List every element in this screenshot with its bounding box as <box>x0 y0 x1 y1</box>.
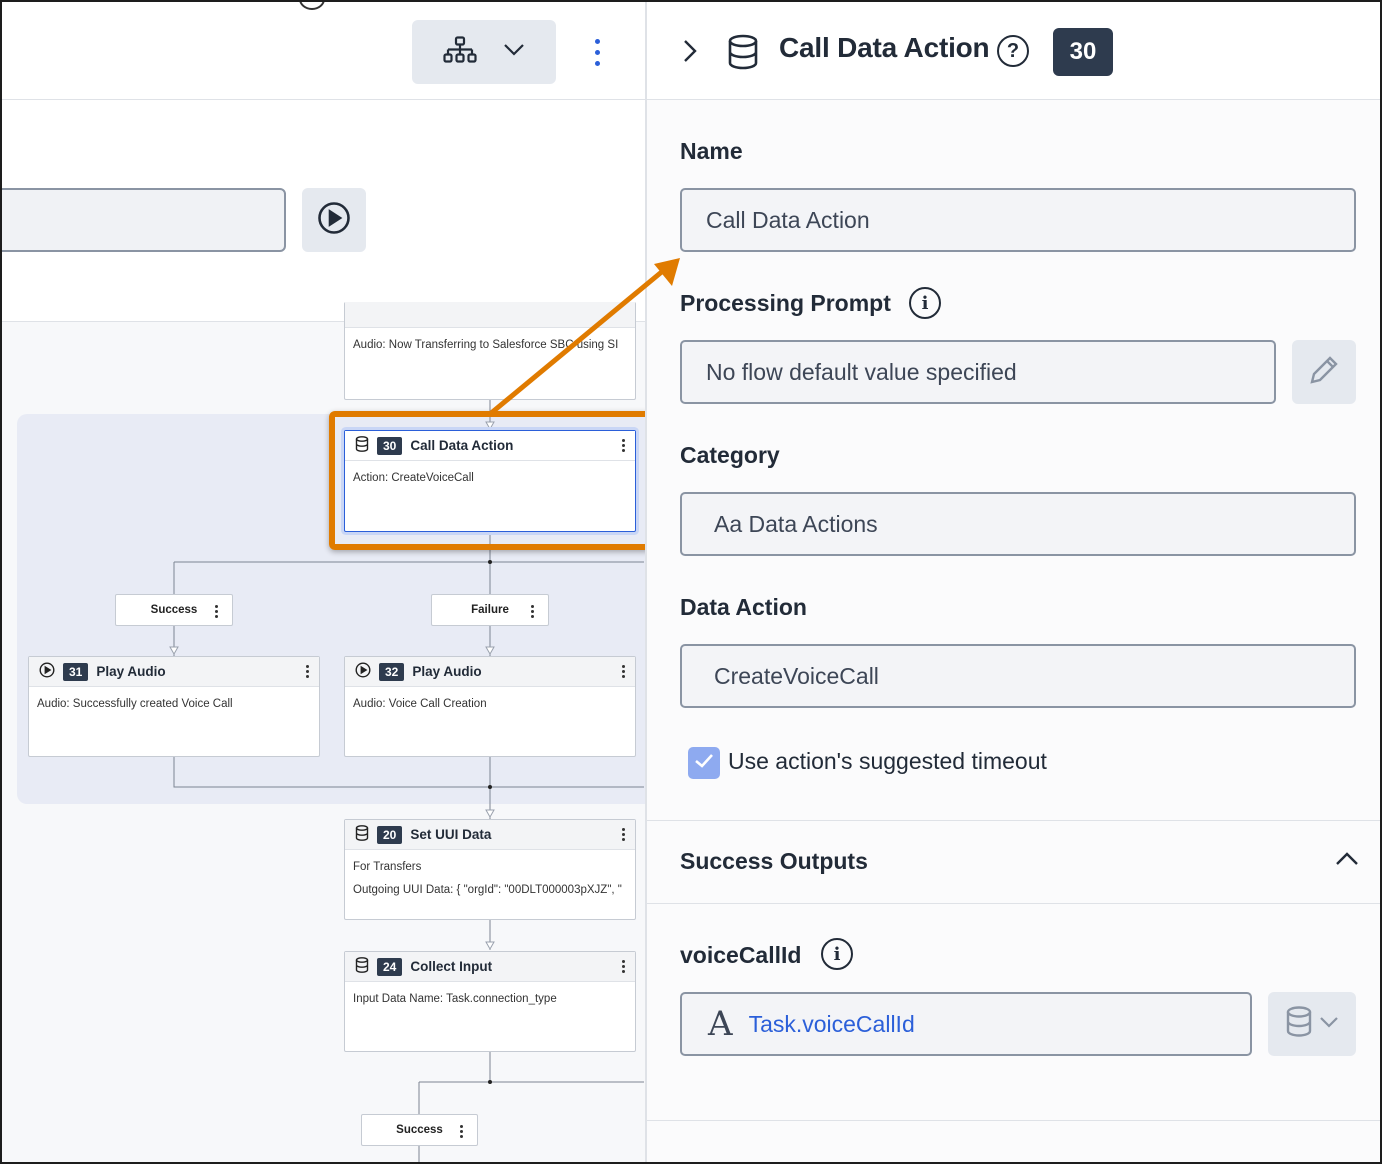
category-value: Aa Data Actions <box>714 510 878 537</box>
node-body: Audio: Successfully created Voice Call <box>37 698 233 710</box>
node-body: Audio: Voice Call Creation <box>353 698 487 710</box>
node-title: Collect Input <box>410 959 493 974</box>
pill-menu-icon[interactable] <box>460 1125 463 1138</box>
database-icon <box>727 34 759 75</box>
string-type-icon: A <box>708 1004 733 1044</box>
pill-menu-icon[interactable] <box>215 605 218 618</box>
timeout-checkbox-label[interactable]: Use action's suggested timeout <box>728 748 1047 775</box>
output-variable-field[interactable]: A Task.voiceCallId <box>680 992 1252 1056</box>
node-title: Set UUI Data <box>410 827 492 842</box>
variable-type-menu[interactable] <box>1268 992 1356 1056</box>
node-body: For Transfers Outgoing UUI Data: { "orgI… <box>345 850 635 908</box>
success-outputs-label: Success Outputs <box>680 848 868 874</box>
play-icon <box>39 662 55 681</box>
panel-title: Call Data Action <box>779 32 990 63</box>
name-value: Call Data Action <box>706 206 870 233</box>
name-field[interactable]: Call Data Action <box>680 188 1356 252</box>
prompt-value: No flow default value specified <box>706 358 1017 385</box>
divider <box>647 903 1380 904</box>
node-body: Audio: Now Transferring to Salesforce SB… <box>353 339 619 351</box>
node-title: Play Audio <box>412 664 482 679</box>
node-body: Input Data Name: Task.connection_type <box>353 993 557 1005</box>
name-label: Name <box>680 138 743 164</box>
node-title: Play Audio <box>96 664 166 679</box>
node-number: 32 <box>379 662 405 681</box>
success-outputs-header[interactable]: Success Outputs <box>647 821 1380 903</box>
flow-canvas[interactable]: Audio: Now Transferring to Salesforce SB… <box>2 2 645 1162</box>
output-variable-value: Task.voiceCallId <box>748 1010 915 1037</box>
node-menu-icon[interactable] <box>622 960 625 973</box>
data-action-label: Data Action <box>680 594 807 620</box>
processing-prompt-field[interactable]: No flow default value specified <box>680 340 1276 404</box>
flow-node-audio-transfer[interactable]: Audio: Now Transferring to Salesforce SB… <box>344 302 636 400</box>
processing-prompt-label: Processing Prompt <box>680 290 891 316</box>
flow-node-set-uui-data[interactable]: 20 Set UUI Data For Transfers Outgoing U… <box>344 819 636 920</box>
node-menu-icon[interactable] <box>306 665 309 678</box>
chevron-up-icon[interactable] <box>1335 852 1359 871</box>
info-icon[interactable]: i <box>821 938 853 970</box>
timeout-checkbox[interactable] <box>688 747 720 779</box>
category-field[interactable]: Aa Data Actions <box>680 492 1356 556</box>
node-number: 31 <box>63 662 89 681</box>
output-variable-label: voiceCallId <box>680 942 802 968</box>
success-path-label-2[interactable]: Success <box>361 1114 478 1146</box>
pill-menu-icon[interactable] <box>531 605 534 618</box>
category-label: Category <box>680 442 780 468</box>
chevron-right-icon[interactable] <box>683 38 697 69</box>
node-number: 20 <box>377 825 403 844</box>
chevron-down-icon <box>1319 1015 1339 1033</box>
node-number-badge: 30 <box>1053 28 1113 76</box>
panel-header: Call Data Action ? 30 <box>647 2 1380 100</box>
database-icon <box>1285 1005 1313 1043</box>
properties-panel: Call Data Action ? 30 Name Call Data Act… <box>645 2 1380 1162</box>
pencil-icon <box>1307 353 1341 392</box>
node-body-line: For Transfers <box>353 861 422 873</box>
flow-node-collect-input[interactable]: 24 Collect Input Input Data Name: Task.c… <box>344 951 636 1052</box>
play-icon <box>355 662 371 681</box>
flow-node-play-audio-failure[interactable]: 32 Play Audio Audio: Voice Call Creation <box>344 656 636 757</box>
divider <box>647 1120 1380 1121</box>
pill-label: Success <box>396 1124 443 1136</box>
database-icon <box>355 957 369 976</box>
pill-label: Success <box>150 604 198 616</box>
info-icon[interactable]: i <box>909 287 941 319</box>
node-menu-icon[interactable] <box>622 828 625 841</box>
checkmark-icon <box>694 753 714 774</box>
pill-label: Failure <box>471 604 509 616</box>
database-icon <box>355 825 369 844</box>
data-action-field[interactable]: CreateVoiceCall <box>680 644 1356 708</box>
node-menu-icon[interactable] <box>622 665 625 678</box>
highlight-box <box>329 411 645 550</box>
edit-prompt-button[interactable] <box>1292 340 1356 404</box>
help-icon[interactable]: ? <box>997 35 1029 67</box>
node-number: 24 <box>377 957 403 976</box>
flow-node-play-audio-success[interactable]: 31 Play Audio Audio: Successfully create… <box>28 656 320 757</box>
success-path-label[interactable]: Success <box>115 594 233 626</box>
failure-path-label[interactable]: Failure <box>431 594 549 626</box>
app-window: Audio: Now Transferring to Salesforce SB… <box>0 0 1382 1164</box>
node-body-line: Outgoing UUI Data: { "orgId": "00DLT0000… <box>353 884 622 896</box>
data-action-value: CreateVoiceCall <box>714 662 879 689</box>
